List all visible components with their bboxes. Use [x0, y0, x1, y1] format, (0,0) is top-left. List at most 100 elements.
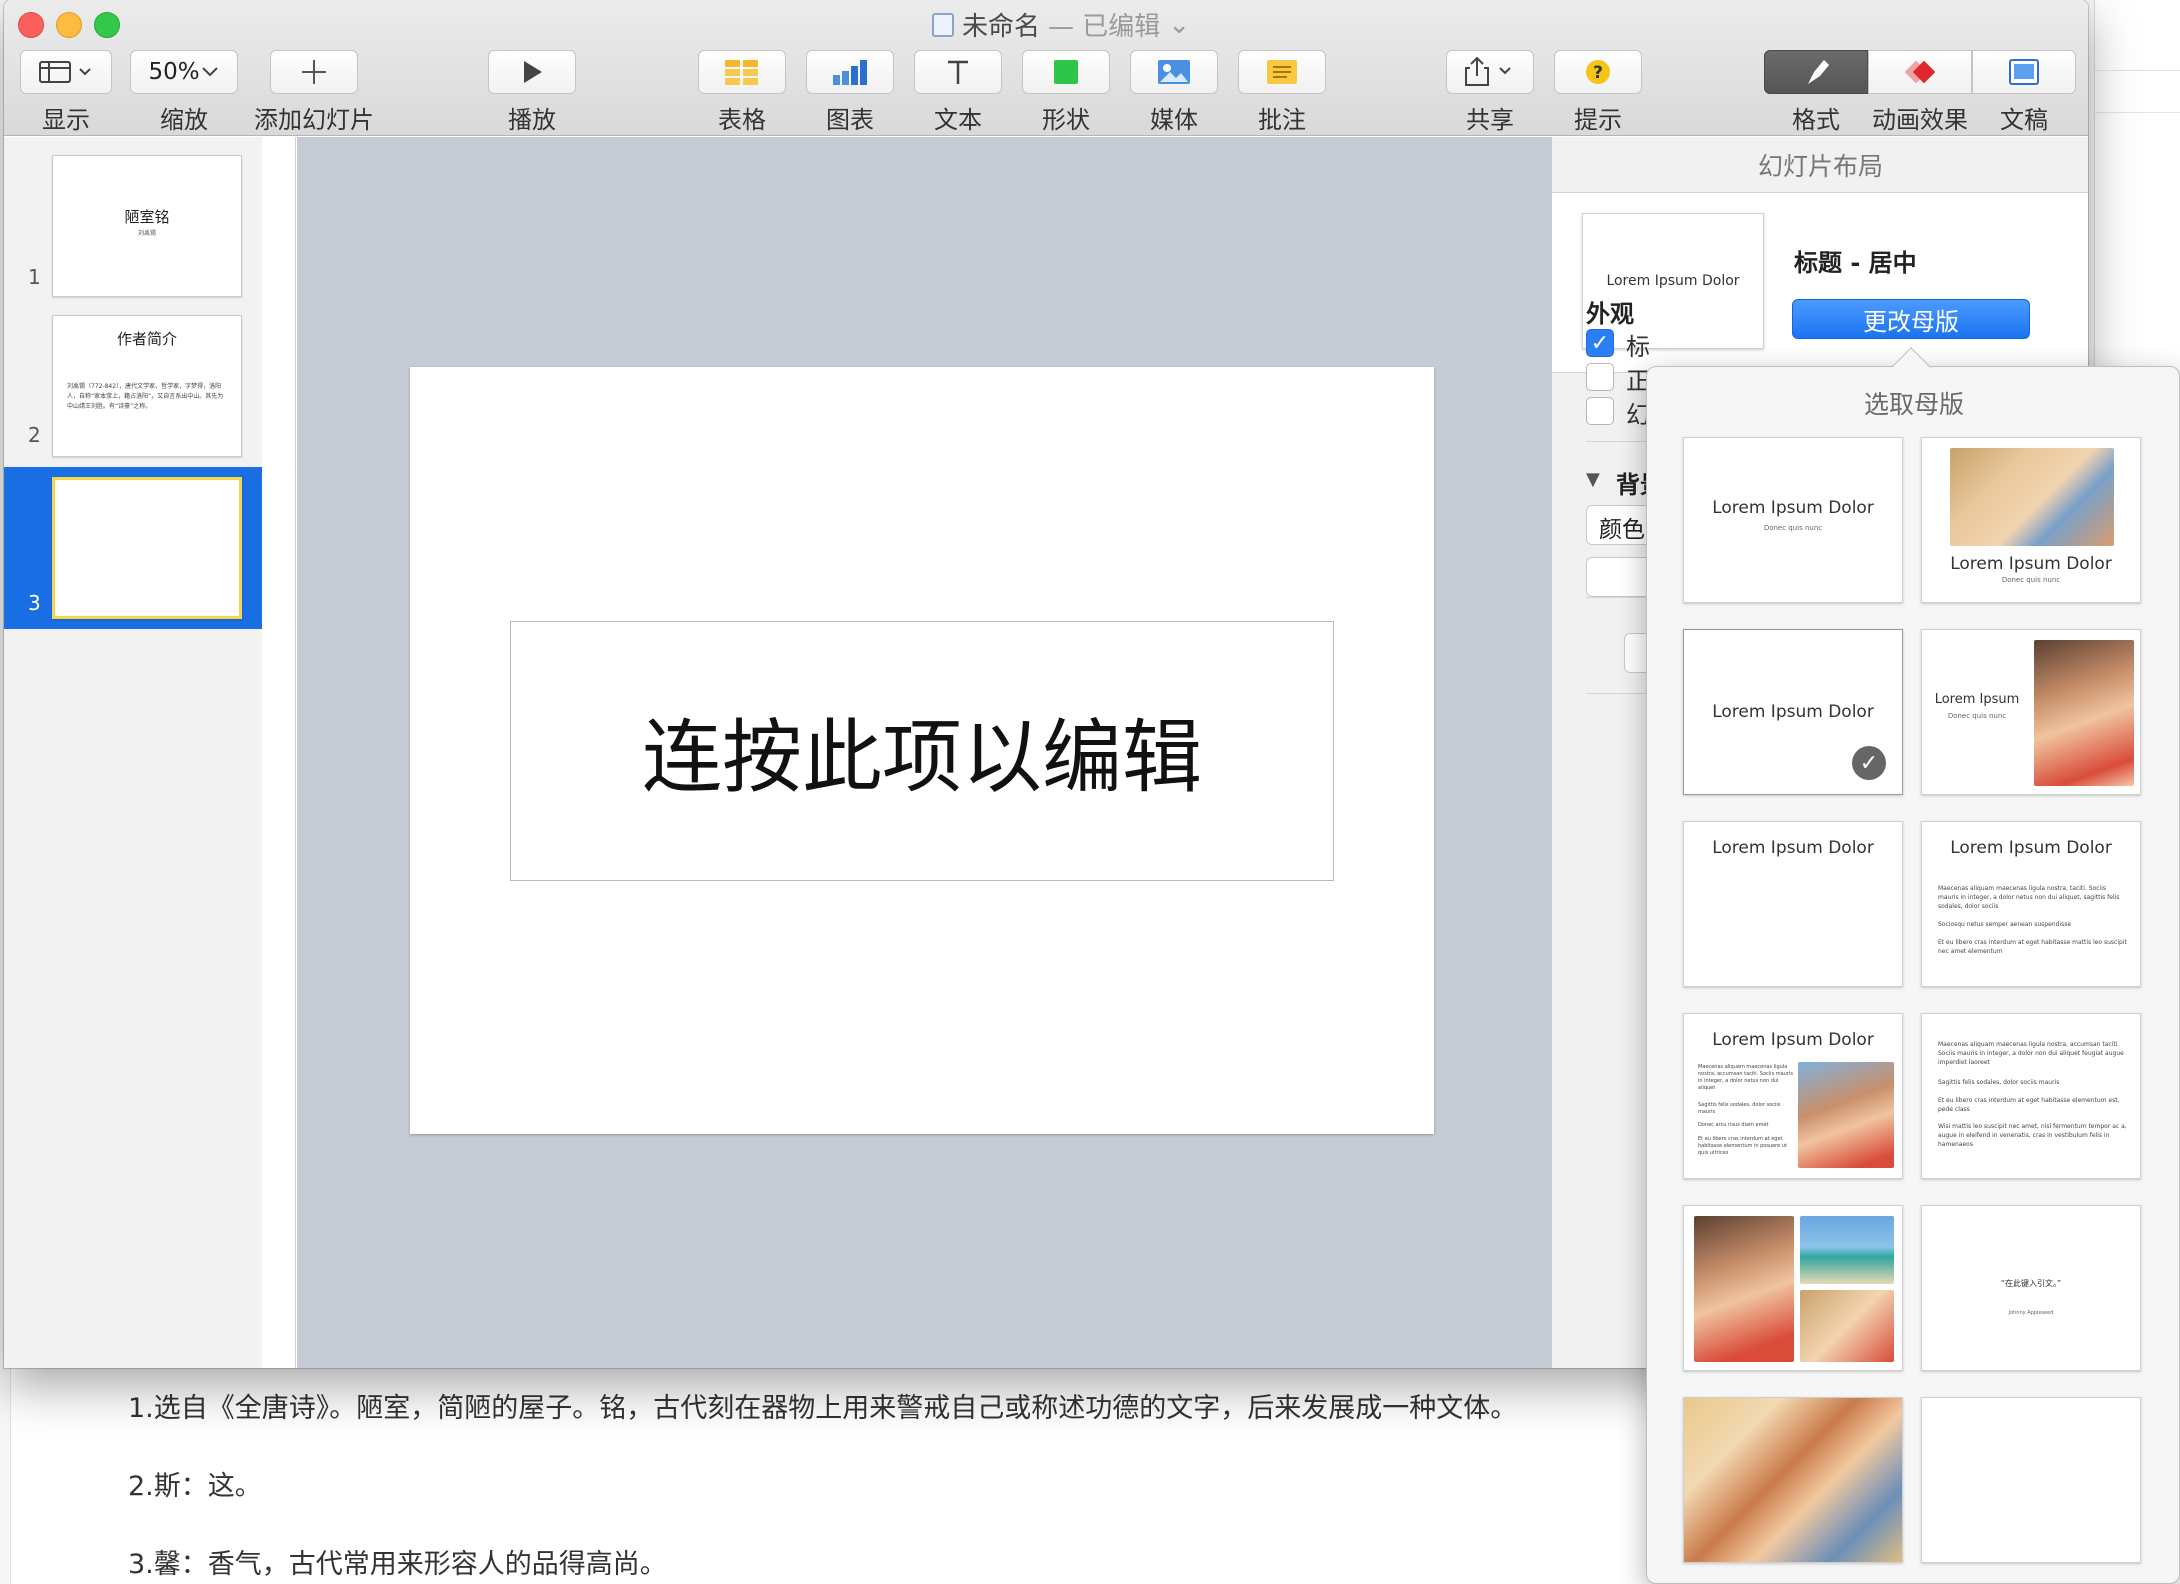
comment-icon — [1267, 60, 1297, 84]
master-blank[interactable] — [1921, 1397, 2141, 1563]
add-slide-button[interactable] — [270, 50, 358, 94]
slide-thumb-row-1[interactable]: 1 陋室铭 刘禹锡 — [4, 145, 262, 305]
slide-number-checkbox[interactable] — [1586, 397, 1614, 425]
slide-thumbnail-3[interactable] — [52, 477, 242, 619]
zoom-select[interactable]: 50% — [130, 50, 238, 94]
question-icon: ? — [1586, 60, 1610, 84]
thumb-subtitle: 刘禹锡 — [137, 230, 156, 237]
document-icon — [2009, 59, 2039, 85]
photo-placeholder — [1800, 1216, 1894, 1284]
master-bullets[interactable]: Maecenas aliquam maecenas ligula nostra,… — [1921, 1013, 2141, 1179]
play-button[interactable] — [488, 50, 576, 94]
master-photo[interactable] — [1683, 1397, 1903, 1563]
zoom-value: 50% — [148, 59, 200, 85]
bullet-text: Et eu libero cras interdum at eget habit… — [1938, 939, 2127, 955]
photo-placeholder — [1684, 1398, 1902, 1562]
title-placeholder[interactable]: 连按此项以编辑 — [510, 621, 1334, 881]
popover-title: 选取母版 — [1863, 390, 1964, 419]
share-icon — [1465, 56, 1511, 86]
format-button[interactable] — [1764, 50, 1868, 94]
text-button[interactable] — [914, 50, 1002, 94]
master-photo-3up[interactable] — [1683, 1205, 1903, 1371]
view-button[interactable] — [20, 50, 112, 94]
layout-thumb-text: Lorem Ipsum Dolor — [1606, 273, 1740, 289]
table-label: 表格 — [718, 106, 766, 134]
body-checkbox[interactable] — [1586, 363, 1614, 391]
slide-thumbnail-1[interactable]: 陋室铭 刘禹锡 — [52, 155, 242, 297]
note-line-2: 2.斯：这。 — [128, 1471, 262, 1502]
slide-thumb-row-3[interactable]: 3 — [4, 467, 262, 629]
media-button[interactable] — [1130, 50, 1218, 94]
master-title-text: Lorem Ipsum Dolor — [1950, 838, 2112, 858]
inspector-header: 幻灯片布局 — [1552, 137, 2088, 193]
master-title-text: Lorem Ipsum Dolor — [1712, 838, 1874, 858]
slide-thumbnail-2[interactable]: 作者简介 刘禹锡（772-842），唐代文学家、哲学家，字梦得，洛阳人，自称“家… — [52, 315, 242, 457]
animate-button[interactable] — [1868, 50, 1972, 94]
thumb-title: 陋室铭 — [124, 208, 170, 226]
comment-button[interactable] — [1238, 50, 1326, 94]
master-quote[interactable]: “在此键入引文。” Johnny Appleseed — [1921, 1205, 2141, 1371]
media-label: 媒体 — [1150, 106, 1198, 134]
master-title-subtitle[interactable]: Lorem Ipsum Dolor Donec quis nunc — [1683, 437, 1903, 603]
photo-placeholder — [1798, 1062, 1894, 1168]
share-label: 共享 — [1466, 106, 1514, 134]
shape-button[interactable] — [1022, 50, 1110, 94]
note-line-1: 1.选自《全唐诗》。陋室，简陋的屋子。铭，古代刻在器物上用来警戒自己或称述功德的… — [128, 1393, 1518, 1424]
master-title-text: Lorem Ipsum Dolor — [1712, 498, 1874, 518]
table-icon — [725, 60, 758, 85]
bullet-text: Wisi mattis leo suscipit nec amet, nisl … — [1938, 1123, 2127, 1148]
master-title-top[interactable]: Lorem Ipsum Dolor — [1683, 821, 1903, 987]
bullet-text: Et eu libero cras interdum at eget habit… — [1938, 1097, 2120, 1113]
slide-number: 1 — [28, 265, 41, 289]
master-title-text: Lorem Ipsum Dolor — [1712, 1030, 1874, 1050]
master-subtitle-text: Donec quis nunc — [1763, 524, 1823, 532]
quote-attribution: Johnny Appleseed — [2008, 1310, 2054, 1316]
animate-label: 动画效果 — [1872, 106, 1968, 134]
master-title-bullets[interactable]: Lorem Ipsum Dolor Maecenas aliquam maece… — [1921, 821, 2141, 987]
choose-master-popover: 选取母版 Lorem Ipsum Dolor Donec quis nunc L… — [1646, 347, 2180, 1584]
selected-check-icon: ✓ — [1852, 746, 1886, 780]
master-title-bullets-photo[interactable]: Lorem Ipsum Dolor Maecenas aliquam maece… — [1683, 1013, 1903, 1179]
comment-label: 批注 — [1258, 106, 1306, 134]
photo-placeholder — [1694, 1216, 1794, 1362]
disclosure-triangle-icon[interactable]: ▼ — [1586, 469, 1600, 490]
tips-button[interactable]: ? — [1554, 50, 1642, 94]
slide-canvas: 连按此项以编辑 — [297, 137, 1551, 1368]
minimize-window-button[interactable] — [56, 12, 82, 38]
sidebar-view-icon — [39, 61, 91, 83]
media-icon — [1158, 60, 1190, 84]
title-bar: 未命名 — 已编辑 ⌄ 显示 50% 缩放 添加幻灯片 播放 表格 图表 文本 … — [4, 0, 2088, 136]
placeholder-text: 连按此项以编辑 — [642, 711, 1202, 804]
tips-label: 提示 — [1574, 106, 1622, 134]
view-label: 显示 — [42, 106, 90, 134]
master-photo-vertical[interactable]: Lorem Ipsum Donec quis nunc — [1921, 629, 2141, 795]
chevron-down-icon: ⌄ — [1168, 9, 1191, 40]
master-photo-horizontal[interactable]: Lorem Ipsum Dolor Donec quis nunc — [1921, 437, 2141, 603]
thumb-title: 作者简介 — [116, 330, 177, 348]
chart-icon — [833, 60, 867, 85]
chart-button[interactable] — [806, 50, 894, 94]
appearance-heading: 外观 — [1586, 300, 1634, 328]
title-checkbox[interactable]: ✓ — [1586, 329, 1614, 357]
window-title[interactable]: 未命名 — 已编辑 ⌄ — [932, 6, 1190, 43]
slide-thumb-row-2[interactable]: 2 作者简介 刘禹锡（772-842），唐代文学家、哲学家，字梦得，洛阳人，自称… — [4, 305, 262, 467]
chevron-down-icon — [201, 67, 218, 77]
bullet-text: Sociosqu netus semper aenean suspendisse — [1938, 921, 2072, 928]
layout-name: 标题 - 居中 — [1794, 249, 1917, 277]
bullet-text: Sagittis felis sodales, dolor sociis mau… — [1698, 1102, 1781, 1115]
share-button[interactable] — [1446, 50, 1534, 94]
paintbrush-icon — [1808, 60, 1829, 84]
fullscreen-window-button[interactable] — [94, 12, 120, 38]
current-slide[interactable]: 连按此项以编辑 — [410, 367, 1434, 1134]
table-button[interactable] — [698, 50, 786, 94]
change-master-button[interactable]: 更改母版 — [1792, 299, 2030, 339]
close-window-button[interactable] — [18, 12, 44, 38]
document-button[interactable] — [1972, 50, 2076, 94]
photo-placeholder — [2034, 640, 2134, 786]
master-title-center[interactable]: Lorem Ipsum Dolor ✓ — [1683, 629, 1903, 795]
edited-state: — 已编辑 — [1048, 12, 1161, 42]
document-name: 未命名 — [962, 12, 1041, 42]
quote-text: “在此键入引文。” — [2000, 1279, 2062, 1288]
bullet-text: Maecenas aliquam maecenas ligula nostra,… — [1938, 885, 2120, 910]
bullet-text: Donec arcu risus diam amet — [1698, 1122, 1769, 1128]
